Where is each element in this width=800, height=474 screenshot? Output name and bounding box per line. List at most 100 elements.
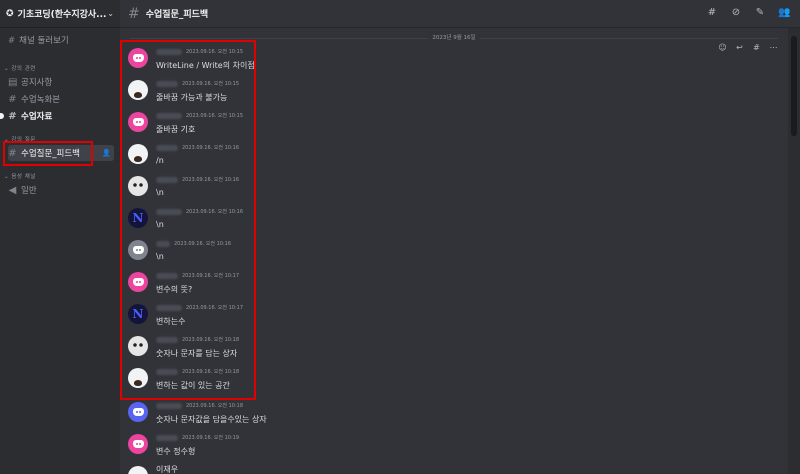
server-header[interactable]: ✪ 기초코딩(한수지강사... ⌄ (0, 0, 120, 28)
username-redacted[interactable] (156, 434, 178, 441)
message-timestamp: 2023.09.16. 오전 10:19 (182, 435, 240, 441)
sidebar-item-recordings[interactable]: # 수업녹화본 (8, 92, 114, 106)
avatar[interactable] (128, 336, 148, 356)
username-redacted[interactable] (156, 208, 182, 215)
avatar[interactable]: N (128, 304, 148, 324)
message-content: 숫자나 문자값을 담을수있는 상자 (156, 415, 267, 424)
message-content: 변수 정수형 (156, 447, 196, 456)
message-item[interactable]: 2023.09.16. 오전 10:15 줄바꿈 기호 (120, 108, 760, 140)
message-timestamp: 2023.09.16. 오전 10:15 (186, 49, 244, 55)
chevron-down-icon[interactable]: ⌄ (107, 9, 114, 18)
sidebar-item-materials[interactable]: # 수업자료 (0, 109, 114, 123)
username-redacted[interactable] (156, 176, 178, 183)
message-item[interactable]: 2023.09.16. 오전 10:18 변하는 값이 있는 공간 (120, 364, 760, 396)
avatar[interactable] (128, 272, 148, 292)
avatar[interactable] (128, 434, 148, 454)
avatar[interactable]: N (128, 208, 148, 228)
message-meta: 2023.09.16. 오전 10:15 (156, 80, 239, 87)
username-redacted[interactable] (156, 144, 178, 151)
avatar[interactable] (128, 112, 148, 132)
discord-logo-icon (132, 118, 144, 126)
message-timestamp: 2023.09.16. 오전 10:16 (182, 145, 240, 151)
message-timestamp: 2023.09.16. 오전 10:16 (186, 209, 244, 215)
message-timestamp: 2023.09.16. 오전 10:18 (182, 337, 240, 343)
sidebar-item-announcements[interactable]: ▤ 공지사항 (8, 75, 114, 89)
avatar[interactable] (128, 80, 148, 100)
message-item[interactable]: 2023.09.16. 오전 10:16 \n (120, 172, 760, 204)
speaker-icon: ◀ (8, 184, 17, 196)
hash-icon: # (8, 110, 17, 122)
username-redacted[interactable] (156, 368, 178, 375)
scrollbar-thumb[interactable] (791, 36, 797, 136)
message-item[interactable]: 2023.09.16. 오전 10:15 줄바꿈 가능과 불가능 (120, 76, 760, 108)
message-content: 변하는 값이 있는 공간 (156, 381, 230, 390)
avatar[interactable] (128, 402, 148, 422)
discord-logo-icon (132, 440, 144, 448)
header-toolbar: # ⊘ ✎ 👥 (706, 7, 791, 18)
avatar[interactable] (128, 466, 148, 474)
channel-label: 수업질문_피드백 (21, 149, 80, 159)
sidebar-item-voice-general[interactable]: ◀ 일반 (8, 183, 114, 197)
discord-logo-icon (132, 408, 144, 416)
browse-channels-button[interactable]: # 채널 둘러보기 (8, 34, 69, 46)
message-timestamp: 2023.09.16. 오전 10:17 (182, 273, 240, 279)
message-content: 변수의 뜻? (156, 285, 193, 294)
message-content: \n (156, 220, 164, 229)
category-lecture[interactable]: ⌄ 강의 관련 (4, 64, 36, 72)
message-item[interactable]: 2023.09.16. 오전 10:16 \n (120, 236, 760, 268)
avatar[interactable] (128, 240, 148, 260)
members-icon[interactable]: 👥 (778, 7, 790, 18)
category-voice[interactable]: ⌄ 음성 채널 (4, 172, 36, 180)
username-redacted[interactable] (156, 80, 178, 87)
avatar[interactable] (128, 368, 148, 388)
message-content: 숫자나 문자를 담는 상자 (156, 349, 238, 358)
username-redacted[interactable] (156, 112, 182, 119)
notification-muted-icon[interactable]: ⊘ (730, 7, 742, 18)
threads-icon[interactable]: # (706, 7, 718, 18)
message-content: 줄바꿈 가능과 불가능 (156, 93, 228, 102)
message-content: 변하는수 (156, 317, 186, 326)
message-item[interactable]: 2023.09.16. 오전 10:15 WriteLine / Write의 차… (120, 44, 760, 76)
browse-channels-label: 채널 둘러보기 (19, 36, 69, 46)
username-redacted[interactable] (156, 304, 182, 311)
avatar[interactable] (128, 144, 148, 164)
channel-label: 공지사항 (21, 78, 53, 88)
avatar[interactable] (128, 48, 148, 68)
message-item[interactable]: 이재우 (120, 462, 760, 474)
username-redacted[interactable] (156, 48, 182, 55)
date-divider: 2023년 9월 16일 (130, 33, 778, 41)
message-item[interactable]: N 2023.09.16. 오전 10:17 변하는수 (120, 300, 760, 332)
message-item[interactable]: 2023.09.16. 오전 10:16/n (120, 140, 760, 172)
more-icon[interactable]: ⋯ (769, 43, 778, 52)
message-item[interactable]: 2023.09.16. 오전 10:18 숫자나 문자를 담는 상자 (120, 332, 760, 364)
username-redacted[interactable] (156, 272, 178, 279)
scrollbar[interactable] (788, 28, 800, 474)
message-timestamp: 2023.09.16. 오전 10:15 (182, 81, 240, 87)
username-redacted[interactable] (156, 240, 170, 247)
category-questions[interactable]: ⌄ 강의 질문 (4, 135, 36, 143)
message-item[interactable]: 2023.09.16. 오전 10:19 변수 정수형 (120, 430, 760, 462)
unread-indicator (0, 113, 4, 119)
username-redacted[interactable] (156, 336, 178, 343)
message-timestamp: 2023.09.16. 오전 10:18 (182, 369, 240, 375)
message-meta: 2023.09.16. 오전 10:16 (156, 240, 231, 247)
avatar[interactable] (128, 176, 148, 196)
sidebar-item-question-feedback[interactable]: # 수업질문_피드백 👤 (8, 145, 114, 161)
channel-title: 수업질문_피드백 (145, 10, 209, 20)
message-timestamp: 2023.09.16. 오전 10:16 (182, 177, 240, 183)
message-content: 이재우 (156, 465, 179, 474)
message-content: 줄바꿈 기호 (156, 125, 196, 134)
category-label: 음성 채널 (11, 174, 36, 180)
message-content: /n (156, 156, 164, 165)
add-member-icon[interactable]: 👤 (102, 149, 111, 157)
message-content: \n (156, 188, 164, 197)
discord-logo-icon: ✪ (6, 8, 14, 19)
message-item[interactable]: N 2023.09.16. 오전 10:16 \n (120, 204, 760, 236)
username-redacted[interactable] (156, 402, 182, 409)
message-item[interactable]: 2023.09.16. 오전 10:17 변수의 뜻? (120, 268, 760, 300)
discord-logo-icon (132, 278, 144, 286)
message-meta: 2023.09.16. 오전 10:15 (156, 112, 243, 119)
pin-icon[interactable]: ✎ (754, 7, 766, 18)
message-meta: 2023.09.16. 오전 10:16 (156, 176, 239, 183)
message-item[interactable]: 2023.09.16. 오전 10:18 숫자나 문자값을 담을수있는 상자 (120, 398, 760, 430)
